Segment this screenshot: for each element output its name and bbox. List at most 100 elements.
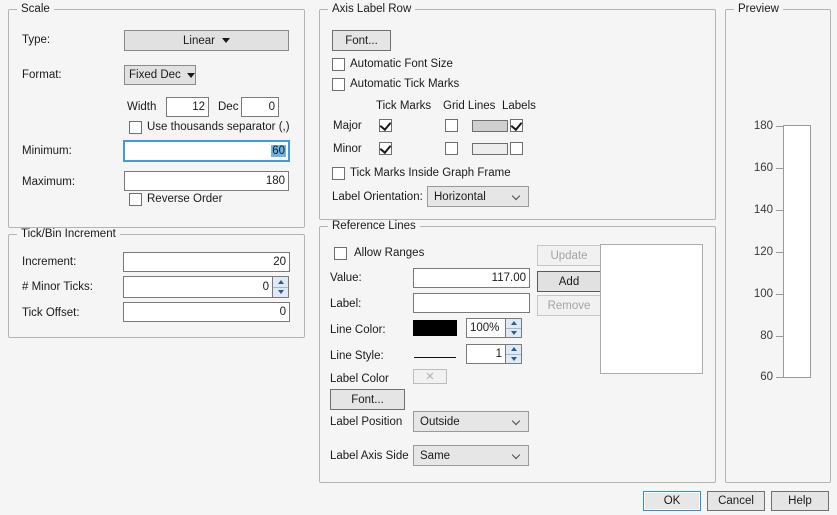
preview-legend: Preview — [734, 3, 783, 15]
axis-label-row-group: Axis Label Row Font... Automatic Font Si… — [319, 3, 716, 220]
label-orientation-label: Label Orientation: — [332, 191, 423, 203]
width-input[interactable]: 12 — [166, 97, 209, 117]
chevron-down-icon — [513, 192, 522, 201]
reverse-order-checkbox[interactable] — [129, 193, 142, 206]
minor-ticks-input[interactable]: 0 — [123, 276, 273, 298]
chevron-down-icon — [221, 38, 230, 43]
minor-labels-checkbox[interactable] — [510, 142, 523, 155]
axis-tick-label: 120 — [753, 246, 773, 258]
reference-label-input[interactable] — [413, 293, 530, 313]
stepper-up-button[interactable] — [273, 277, 288, 287]
minor-grid-color-swatch[interactable] — [472, 143, 508, 155]
maximum-label: Maximum: — [22, 176, 76, 188]
axis-label-font-button[interactable]: Font... — [332, 30, 391, 51]
maximum-input[interactable]: 180 — [124, 171, 289, 191]
line-width-stepper[interactable] — [506, 344, 522, 364]
reference-value-text: 117.00 — [491, 272, 526, 284]
preview-plot-frame — [783, 125, 811, 378]
chevron-down-icon — [186, 72, 195, 78]
caret-up-icon — [277, 279, 284, 284]
ok-button-text: OK — [663, 495, 681, 507]
caret-down-icon — [510, 356, 517, 361]
allow-ranges-label: Allow Ranges — [354, 247, 425, 259]
dec-input[interactable]: 0 — [241, 97, 279, 117]
label-position-combobox[interactable]: Outside — [413, 411, 529, 432]
reference-value-input[interactable]: 117.00 — [413, 268, 530, 288]
caret-up-icon — [510, 347, 517, 352]
minor-grid-lines-checkbox[interactable] — [445, 142, 458, 155]
dec-label: Dec — [218, 101, 239, 113]
line-width-input[interactable]: 1 — [466, 344, 506, 364]
axis-tick-label: 160 — [753, 162, 773, 174]
stepper-up-button[interactable] — [506, 319, 521, 328]
column-header-labels: Labels — [502, 100, 536, 112]
reference-label-label: Label: — [330, 298, 362, 310]
label-orientation-combobox[interactable]: Horizontal — [427, 186, 529, 207]
add-reference-line-button[interactable]: Add — [537, 271, 601, 292]
help-button[interactable]: Help — [771, 491, 829, 511]
axis-tick-label: 100 — [753, 288, 773, 300]
stepper-down-button[interactable] — [506, 353, 521, 363]
ok-button[interactable]: OK — [643, 491, 701, 511]
axis-tick-label: 180 — [753, 120, 773, 132]
format-dropdown[interactable]: Fixed Dec — [124, 65, 196, 85]
axis-tick — [776, 126, 784, 127]
allow-ranges-checkbox[interactable] — [334, 247, 347, 260]
line-opacity-value: 100% — [470, 322, 500, 334]
axis-tick-label: 80 — [760, 330, 773, 342]
line-style-sample[interactable] — [414, 357, 456, 358]
major-grid-lines-checkbox[interactable] — [445, 119, 458, 132]
use-thousands-separator-checkbox[interactable] — [129, 121, 142, 134]
axis-label-row-legend: Axis Label Row — [328, 3, 416, 15]
caret-down-icon — [510, 330, 517, 335]
major-tick-marks-checkbox[interactable] — [379, 119, 392, 132]
update-reference-line-button[interactable]: Update — [537, 245, 601, 266]
scale-type-dropdown[interactable]: Linear — [124, 30, 289, 51]
label-axis-side-label: Label Axis Side — [330, 450, 409, 462]
column-header-grid-lines: Grid Lines — [443, 100, 496, 112]
axis-tick-label: 60 — [760, 371, 773, 383]
chevron-down-icon — [513, 451, 522, 460]
minor-ticks-value: 0 — [262, 281, 269, 293]
cancel-button[interactable]: Cancel — [707, 491, 765, 511]
reference-lines-listbox[interactable] — [600, 244, 703, 374]
label-axis-side-combobox[interactable]: Same — [413, 445, 529, 466]
axis-label-font-button-text: Font... — [345, 34, 378, 47]
stepper-down-button[interactable] — [506, 327, 521, 337]
add-button-text: Add — [558, 275, 580, 288]
automatic-font-size-checkbox[interactable] — [332, 58, 345, 71]
tick-bin-group-legend: Tick/Bin Increment — [17, 228, 120, 240]
value-label: Value: — [330, 272, 362, 284]
remove-reference-line-button[interactable]: Remove — [537, 295, 601, 316]
line-color-swatch[interactable] — [413, 320, 457, 336]
minimum-input[interactable]: 60 — [123, 140, 290, 162]
label-axis-side-value: Same — [420, 449, 451, 462]
cancel-button-text: Cancel — [718, 495, 754, 507]
automatic-tick-marks-checkbox[interactable] — [332, 78, 345, 91]
line-opacity-input[interactable]: 100% — [466, 318, 506, 338]
major-labels-checkbox[interactable] — [510, 119, 523, 132]
scale-group: Scale Type: Linear Format: Fixed Dec Wid… — [8, 3, 305, 228]
stepper-up-button[interactable] — [506, 345, 521, 354]
tick-offset-input[interactable]: 0 — [123, 302, 290, 322]
type-label: Type: — [22, 34, 51, 46]
update-button-text: Update — [550, 249, 588, 262]
axis-tick — [776, 168, 784, 169]
increment-input[interactable]: 20 — [123, 252, 290, 272]
major-grid-color-swatch[interactable] — [472, 120, 508, 132]
reference-label-font-text: Font... — [351, 393, 384, 406]
axis-tick — [776, 252, 784, 253]
axis-tick — [776, 210, 784, 211]
label-color-swatch[interactable]: ✕ — [413, 369, 447, 384]
line-color-label: Line Color: — [330, 324, 386, 336]
stepper-down-button[interactable] — [273, 286, 288, 297]
minor-ticks-stepper[interactable] — [273, 276, 289, 298]
tick-marks-inside-graph-frame-checkbox[interactable] — [332, 167, 345, 180]
scale-type-value: Linear — [183, 34, 215, 47]
line-opacity-stepper[interactable] — [506, 318, 522, 338]
label-color-label: Label Color — [330, 373, 389, 385]
minor-tick-marks-checkbox[interactable] — [379, 142, 392, 155]
reference-label-font-button[interactable]: Font... — [330, 389, 405, 410]
column-header-tick-marks: Tick Marks — [376, 100, 432, 112]
tick-offset-label: Tick Offset: — [22, 307, 80, 319]
